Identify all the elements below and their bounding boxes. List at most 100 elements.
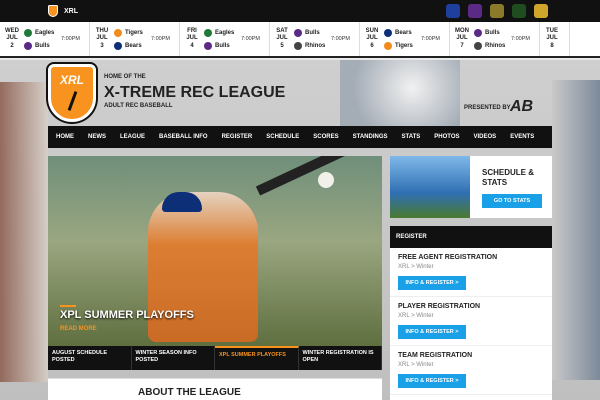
game-teams: Bears Tigers [381,28,421,50]
team-icon [294,28,302,37]
baseball-icon [318,172,334,188]
register-item: FREE AGENT REGISTRATION XRL > Winter INFO … [390,248,552,297]
news-tabs: AUGUST SCHEDULE POSTED WINTER SEASON INFO… [48,346,382,370]
team-name: Bulls [485,29,500,36]
game-teams: Tigers Bears [111,28,151,50]
news-tab[interactable]: WINTER SEASON INFO POSTED [132,346,215,370]
scores-ticker: WED JUL 2 Eagles Bulls 7:00PM THU JUL 3 Tiger… [0,22,600,58]
go-to-stats-button[interactable]: GO TO STATS [482,194,542,208]
game-card[interactable]: WED JUL 2 Eagles Bulls 7:00PM [0,22,90,56]
nav-item-news[interactable]: NEWS [88,134,106,140]
team-logo-icon[interactable] [446,4,460,18]
team-row: Bears [114,41,151,50]
team-icon [114,41,122,50]
nav-item-register[interactable]: REGISTER [222,134,253,140]
presented-by-label: PRESENTED BY [464,105,511,111]
pitcher-image [340,60,460,130]
team-row: Bulls [24,41,61,50]
team-name: Bears [395,29,412,36]
league-title: X-TREME REC LEAGUE [104,84,286,101]
team-logo-icon[interactable] [534,4,548,18]
team-icon [24,41,32,50]
player-right-image [552,80,600,380]
game-date: TUE JUL 8 [546,27,558,49]
top-bar-label[interactable]: XRL [64,8,78,15]
game-card[interactable]: FRI JUL 4 Eagles Bulls 7:00PM [180,22,270,56]
team-icon [384,28,392,37]
game-card[interactable]: SUN JUL 6 Bears Tigers 7:00PM [360,22,450,56]
team-name: Eagles [215,29,235,36]
news-tab[interactable]: AUGUST SCHEDULE POSTED [48,346,132,370]
player-left-image [0,82,48,382]
nav-item-scores[interactable]: SCORES [313,134,338,140]
team-name: Bulls [305,29,320,36]
nav-item-schedule[interactable]: SCHEDULE [266,134,299,140]
info-register-button[interactable]: INFO & REGISTER > [398,374,466,388]
nav-item-events[interactable]: EVENTS [510,134,534,140]
team-row: Tigers [384,41,421,50]
team-logo-icon[interactable] [468,4,482,18]
nav-item-photos[interactable]: PHOTOS [434,134,459,140]
team-logo-icon[interactable] [512,4,526,18]
schedule-stats-box: SCHEDULE & STATS GO TO STATS [390,156,552,218]
about-section: ABOUT THE LEAGUE [48,378,382,400]
game-teams: Eagles Bulls [201,28,241,50]
team-name: Bulls [35,42,50,49]
game-date: THU JUL 3 [95,27,109,49]
info-register-button[interactable]: INFO & REGISTER > [398,325,466,339]
team-icon [204,41,212,50]
nav-item-league[interactable]: LEAGUE [120,134,145,140]
team-name: Rhinos [485,42,506,49]
cap-graphic [162,192,202,212]
read-more-link[interactable]: READ MORE [60,326,97,332]
top-bar: XRL [0,0,600,22]
register-item-meta: XRL > Winter [398,264,434,270]
game-card[interactable]: MON JUL 7 Bulls Rhinos 7:00PM [450,22,540,56]
league-logo[interactable]: XRL [48,64,96,122]
nav-item-baseball-info[interactable]: BASEBALL INFO [159,134,208,140]
game-date: FRI JUL 4 [186,27,198,49]
team-row: Tigers [114,28,151,37]
game-card[interactable]: THU JUL 3 Tigers Bears 7:00PM [90,22,180,56]
team-icon [114,28,122,37]
team-row: Rhinos [474,41,511,50]
nav-item-home[interactable]: HOME [56,134,74,140]
register-item-meta: XRL > Winter [398,313,434,319]
register-item-title: TEAM REGISTRATION [398,352,473,359]
xrl-shield-icon[interactable] [48,5,58,17]
about-title: ABOUT THE LEAGUE [138,387,241,398]
team-icon [384,41,392,50]
team-logo-icon[interactable] [490,4,504,18]
nav-item-videos[interactable]: VIDEOS [474,134,497,140]
team-row: Rhinos [294,41,331,50]
news-tab[interactable]: WINTER REGISTRATION IS OPEN [299,346,382,370]
register-item-title: PLAYER REGISTRATION [398,303,481,310]
game-time: 7:00PM [511,36,530,42]
game-teams: Bulls Rhinos [471,28,511,50]
team-row: Bears [384,28,421,37]
game-time: 7:00PM [61,36,80,42]
news-tab[interactable]: XPL SUMMER PLAYOFFS [215,346,299,370]
game-date: WED JUL 2 [5,27,19,49]
team-name: Rhinos [305,42,326,49]
register-item-meta: XRL > Winter [398,362,434,368]
game-card[interactable]: TUE JUL 8 [540,22,570,56]
info-register-button[interactable]: INFO & REGISTER > [398,276,466,290]
game-time: 7:00PM [241,36,260,42]
game-time: 7:00PM [421,36,440,42]
team-row: Bulls [294,28,331,37]
register-item: TEAM REGISTRATION XRL > Winter INFO & REGI… [390,346,552,395]
game-card[interactable]: SAT JUL 5 Bulls Rhinos 7:00PM [270,22,360,56]
team-icon [474,28,482,37]
game-teams: Eagles Bulls [21,28,61,50]
register-item: PLAYER REGISTRATION XRL > Winter INFO & RE… [390,297,552,346]
logo-text: XRL [60,73,84,87]
team-row: Eagles [204,28,241,37]
stats-player-image [390,156,470,218]
nav-item-stats[interactable]: STATS [402,134,421,140]
sponsor-logo[interactable]: AB [510,98,554,118]
team-icon [474,41,482,50]
featured-story[interactable]: XPL SUMMER PLAYOFFS READ MORE [48,156,382,346]
title-accent [60,305,76,307]
nav-item-standings[interactable]: STANDINGS [353,134,388,140]
